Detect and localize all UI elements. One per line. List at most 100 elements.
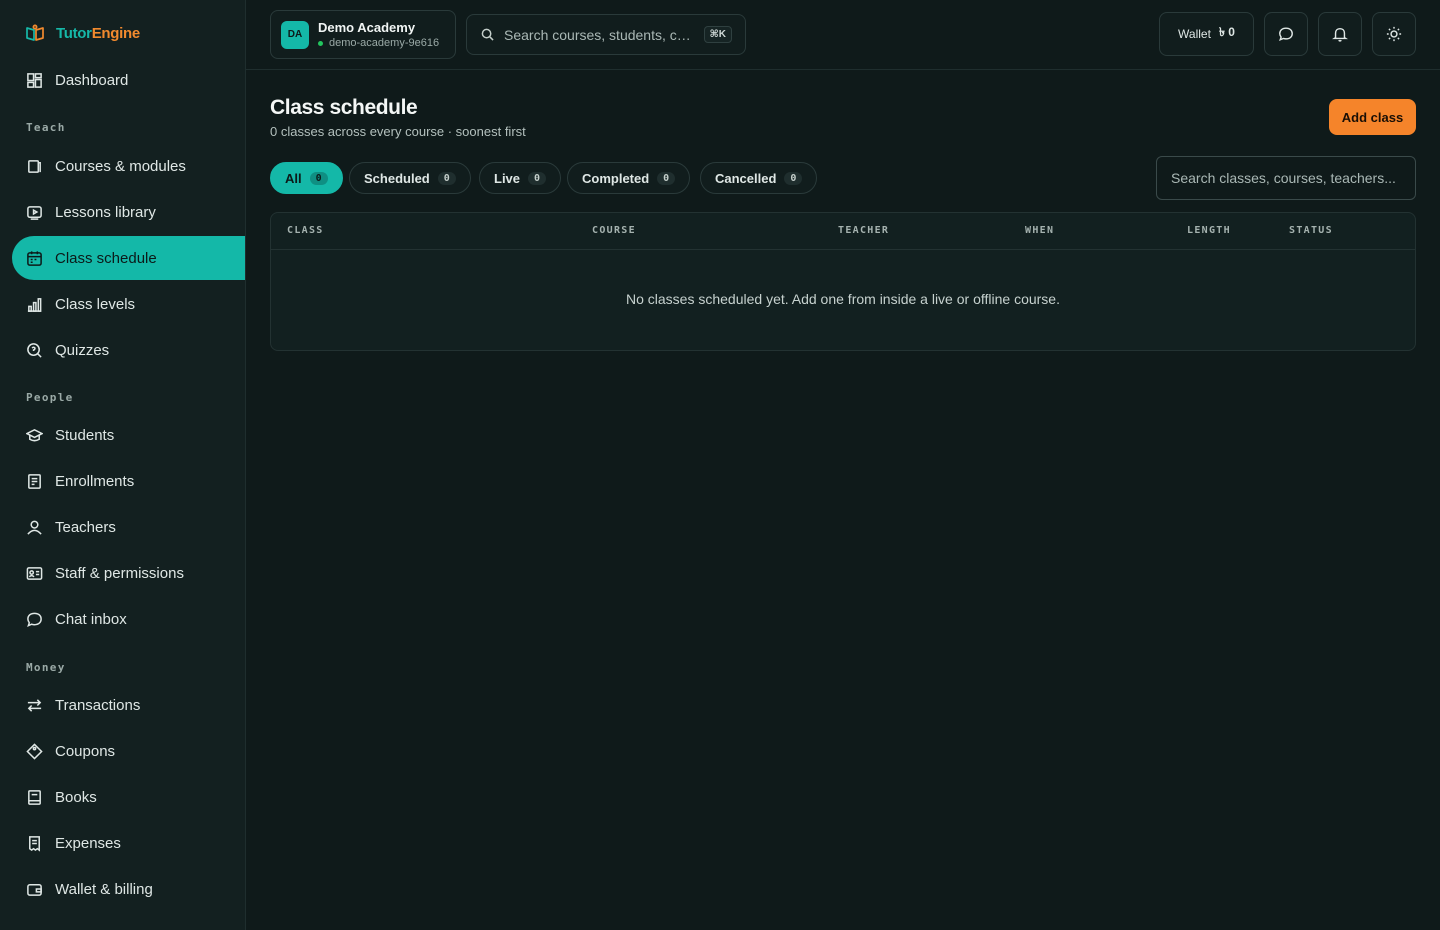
id-card-icon [26,566,43,580]
sidebar-item-transactions[interactable]: Transactions [12,683,245,727]
section-people: People [26,391,74,404]
sidebar-item-chat-inbox[interactable]: Chat inbox [12,597,245,641]
wallet-balance: ৳ 0 [1219,24,1235,44]
tab-count: 0 [657,171,676,185]
wallet-button[interactable]: Wallet ৳ 0 [1159,12,1254,56]
search-shortcut: ⌘K [703,26,732,43]
add-class-button[interactable]: Add class [1329,99,1416,135]
tab-label: Cancelled [715,170,777,186]
tag-icon [26,742,43,760]
tab-label: Live [494,170,521,186]
section-teach: Teach [26,121,66,134]
class-table: CLASS COURSE TEACHER WHEN LENGTH STATUS … [270,212,1416,351]
column-header-teacher[interactable]: TEACHER [838,225,889,236]
tab-scheduled[interactable]: Scheduled 0 [349,162,471,194]
sidebar-item-class-levels[interactable]: Class levels [12,282,245,326]
tab-count: 0 [528,171,547,185]
sidebar-item-staff[interactable]: Staff & permissions [12,551,245,595]
sidebar-item-label: Coupons [55,742,116,760]
global-search[interactable]: Search courses, students, cla... ⌘K [466,14,746,55]
sidebar-item-label: Quizzes [55,341,110,359]
search-icon [481,28,494,41]
sidebar-item-label: Class levels [55,295,136,313]
grid-icon [27,72,42,88]
notifications-button[interactable] [1318,12,1362,56]
org-switcher[interactable]: DA Demo Academy demo-academy-9e616 [270,10,456,59]
sidebar-item-students[interactable]: Students [12,413,245,457]
sidebar-item-lessons[interactable]: Lessons library [12,190,245,234]
quiz-search-icon [27,342,42,358]
class-search-input[interactable] [1156,156,1416,200]
brand-name: TutorEngine [56,24,140,42]
sidebar-item-label: Chat inbox [55,610,127,628]
org-name: Demo Academy [318,20,416,35]
currency-symbol: ৳ [1218,25,1225,39]
tab-label: Scheduled [364,170,430,186]
theme-toggle-button[interactable] [1372,12,1416,56]
tab-all[interactable]: All 0 [270,162,343,194]
book-open-icon [22,21,48,45]
tab-count: 0 [437,171,456,185]
sidebar-item-teachers[interactable]: Teachers [12,505,245,549]
sidebar-item-label: Teachers [55,518,116,536]
empty-state-message: No classes scheduled yet. Add one from i… [626,291,1060,307]
page-title: Class schedule [270,96,418,119]
org-avatar: DA [281,20,309,49]
sidebar-item-label: Transactions [55,696,141,714]
bell-icon [1332,27,1348,42]
sidebar-item-quizzes[interactable]: Quizzes [12,328,245,372]
sidebar-item-dashboard[interactable]: Dashboard [12,58,245,102]
column-header-length[interactable]: LENGTH [1187,225,1231,236]
org-slug-row: demo-academy-9e616 [318,37,439,49]
sidebar-item-coupons[interactable]: Coupons [12,729,245,773]
sidebar: TutorEngine Dashboard Teach Courses & mo… [0,0,246,930]
tab-count: 0 [784,171,803,185]
graduation-cap-icon [26,428,43,441]
sidebar-item-wallet-billing[interactable]: Wallet & billing [12,867,245,911]
clipboard-icon [28,473,41,489]
brand[interactable]: TutorEngine [22,20,140,46]
org-info: Demo Academy demo-academy-9e616 [318,20,439,49]
sidebar-item-label: Enrollments [55,472,135,490]
section-money: Money [26,661,66,674]
user-icon [27,520,42,535]
sidebar-item-class-schedule[interactable]: Class schedule [12,236,245,280]
column-header-when[interactable]: WHEN [1025,225,1054,236]
book-icon [28,159,41,173]
bar-chart-icon [27,297,42,312]
page-subtitle: 0 classes across every course · soonest … [270,124,526,139]
tab-cancelled[interactable]: Cancelled 0 [700,162,818,194]
sidebar-item-books[interactable]: Books [12,775,245,819]
messages-button[interactable] [1264,12,1308,56]
topbar: DA Demo Academy demo-academy-9e616 Searc… [246,0,1440,70]
sidebar-item-label: Wallet & billing [55,880,153,898]
global-search-placeholder: Search courses, students, cla... [504,26,694,43]
tab-label: All [285,170,302,186]
book-icon [28,789,41,805]
tab-live[interactable]: Live 0 [479,162,562,194]
chat-icon [27,612,42,627]
receipt-icon [29,835,40,852]
online-status-dot [318,40,323,46]
wallet-amount: 0 [1228,25,1235,39]
wallet-icon [27,883,42,896]
sun-icon [1386,26,1402,42]
play-icon [27,205,42,220]
column-header-course[interactable]: COURSE [592,225,636,236]
column-header-status[interactable]: STATUS [1289,225,1333,236]
tab-completed[interactable]: Completed 0 [567,162,691,194]
tab-label: Completed [582,170,650,186]
sidebar-item-label: Dashboard [55,71,129,89]
sidebar-item-label: Students [55,426,115,444]
sidebar-item-courses[interactable]: Courses & modules [12,144,245,188]
sidebar-item-label: Lessons library [55,203,156,221]
wallet-label: Wallet [1178,27,1211,41]
sidebar-item-label: Courses & modules [55,157,186,175]
table-header: CLASS COURSE TEACHER WHEN LENGTH STATUS [271,213,1415,250]
sidebar-item-label: Staff & permissions [55,564,184,582]
calendar-icon [27,250,42,266]
column-header-class[interactable]: CLASS [287,225,324,236]
sidebar-item-label: Books [55,788,97,806]
sidebar-item-enrollments[interactable]: Enrollments [12,459,245,503]
sidebar-item-expenses[interactable]: Expenses [12,821,245,865]
